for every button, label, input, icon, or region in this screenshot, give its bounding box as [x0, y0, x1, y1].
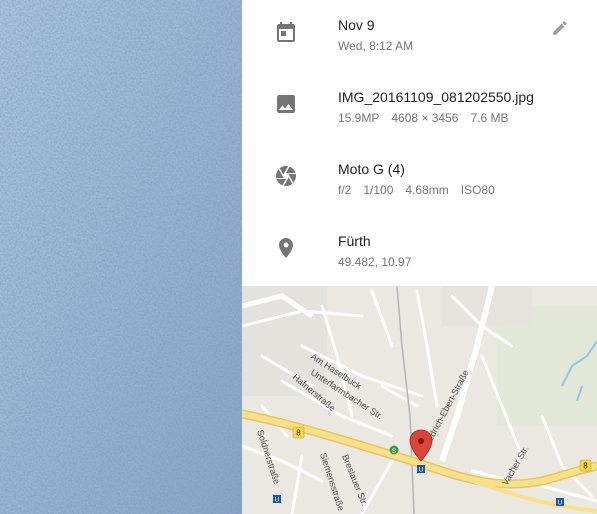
- route-badge: 8: [579, 459, 592, 472]
- photo-preview[interactable]: [0, 0, 242, 514]
- location-pin-icon: [279, 238, 293, 258]
- svg-text:U: U: [558, 500, 563, 507]
- date-row: Nov 9 Wed, 8:12 AM: [242, 0, 597, 72]
- svg-text:8: 8: [583, 462, 588, 471]
- svg-text:8: 8: [296, 429, 301, 438]
- camera-row: Moto G (4) f/2 1/100 4.68mm ISO80: [242, 144, 597, 216]
- focal-length-value: 4.68mm: [405, 183, 449, 197]
- aperture-icon: [276, 166, 296, 186]
- ubahn-station-icon: U: [417, 465, 425, 474]
- ubahn-station-icon: U: [556, 498, 564, 507]
- camera-model: Moto G (4): [338, 161, 405, 177]
- location-row: Fürth 49.482, 10.97: [242, 216, 597, 288]
- ubahn-station-icon: U: [273, 495, 281, 504]
- file-row: IMG_20161109_081202550.jpg 15.9MP 4608 × …: [242, 72, 597, 144]
- pencil-icon[interactable]: [551, 19, 569, 37]
- svg-text:S: S: [392, 448, 397, 455]
- location-coordinates: 49.482, 10.97: [338, 255, 412, 269]
- file-size: 7.6 MB: [470, 111, 509, 125]
- calendar-icon: [277, 22, 295, 42]
- iso-value: ISO80: [460, 183, 495, 197]
- date-subtitle: Wed, 8:12 AM: [338, 39, 414, 53]
- location-map[interactable]: Am Haselbuck Unterfarrnbacher Str. Hafne…: [242, 286, 597, 514]
- file-name: IMG_20161109_081202550.jpg: [338, 89, 534, 105]
- file-info: 15.9MP 4608 × 3456 7.6 MB: [338, 111, 520, 125]
- file-resolution: 4608 × 3456: [391, 111, 459, 125]
- location-name: Fürth: [338, 233, 371, 249]
- image-icon: [277, 95, 295, 113]
- svg-text:U: U: [419, 467, 424, 474]
- route-badge: 8: [292, 426, 305, 439]
- camera-settings: f/2 1/100 4.68mm ISO80: [338, 183, 507, 197]
- file-megapixels: 15.9MP: [338, 111, 380, 125]
- shutter-value: 1/100: [363, 183, 394, 197]
- aperture-value: f/2: [338, 183, 352, 197]
- date-title: Nov 9: [338, 17, 375, 33]
- svg-text:U: U: [275, 497, 280, 504]
